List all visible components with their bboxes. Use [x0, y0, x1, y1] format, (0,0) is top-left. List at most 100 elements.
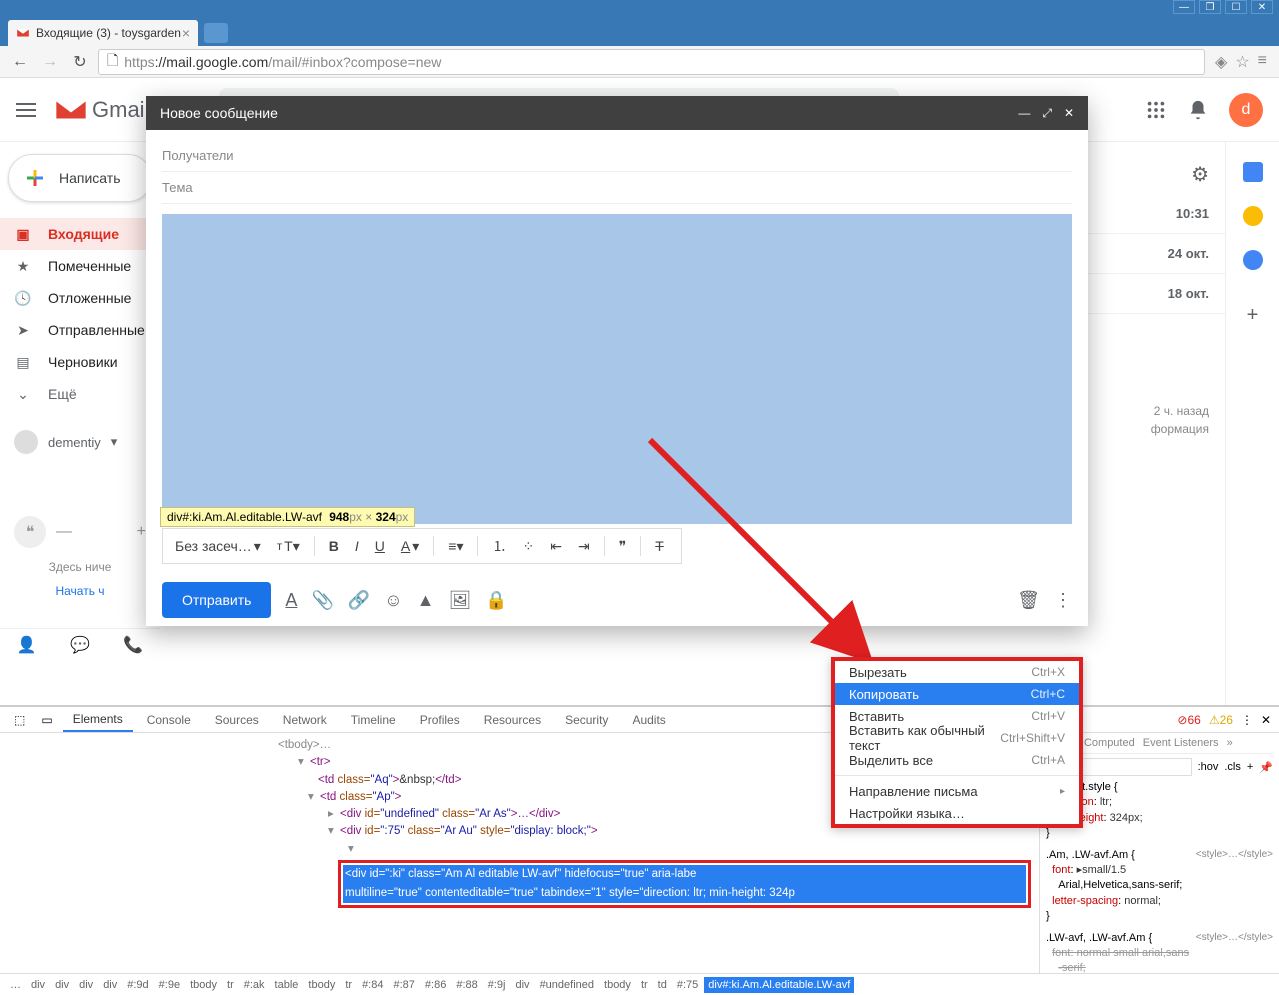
devtools-tab-network[interactable]: Network: [273, 709, 337, 731]
text-color-button[interactable]: A▾: [395, 534, 425, 559]
styles-cls[interactable]: .cls: [1224, 761, 1241, 773]
browser-tab[interactable]: Входящие (3) - toysgarden ×: [8, 20, 198, 46]
devtools-tab-console[interactable]: Console: [137, 709, 201, 731]
styles-add[interactable]: +: [1247, 761, 1253, 773]
account-avatar[interactable]: d: [1229, 93, 1263, 127]
bookmark-icon[interactable]: ☆: [1235, 52, 1249, 72]
font-family-select[interactable]: Без засеч…▾: [169, 534, 267, 559]
mail-time: 24 окт.: [1168, 246, 1209, 261]
menu-icon[interactable]: ≡: [1258, 52, 1267, 72]
devtools-tab-profiles[interactable]: Profiles: [410, 709, 470, 731]
bold-button[interactable]: B: [323, 534, 345, 558]
attach-icon[interactable]: 📎: [311, 590, 333, 611]
compose-popout[interactable]: ⤢: [1042, 106, 1052, 121]
ctx-copy[interactable]: КопироватьCtrl+C: [835, 683, 1079, 705]
devtools-tab-resources[interactable]: Resources: [474, 709, 551, 731]
compose-close[interactable]: ✕: [1064, 106, 1074, 121]
more-options-icon[interactable]: ⋮: [1054, 590, 1072, 611]
inspect-icon[interactable]: ⬚: [8, 713, 31, 727]
nav-reload[interactable]: ↻: [68, 50, 92, 74]
align-button[interactable]: ≡▾: [442, 534, 469, 559]
nav-back[interactable]: ←: [8, 50, 32, 74]
indent-more-button[interactable]: ⇥: [572, 534, 596, 559]
browser-tab-strip: Входящие (3) - toysgarden ×: [0, 16, 1279, 46]
devtools-breadcrumbs[interactable]: … div div div div #:9d #:9e tbody tr #:a…: [0, 973, 1279, 995]
compose-minimize[interactable]: —: [1018, 106, 1030, 121]
devtools-more-icon[interactable]: ⋮: [1241, 713, 1253, 727]
quote-button[interactable]: ❞: [613, 534, 633, 559]
sidebar-item-more[interactable]: ⌄Ещё: [0, 378, 160, 410]
confidential-icon[interactable]: 🔒: [485, 590, 507, 611]
emoji-icon[interactable]: ☺: [384, 590, 402, 611]
apps-icon[interactable]: [1145, 99, 1167, 121]
add-addon-icon[interactable]: +: [1247, 304, 1259, 327]
gmail-logo-text: Gmail: [92, 97, 149, 123]
devtools-tab-timeline[interactable]: Timeline: [341, 709, 406, 731]
bullet-list-button[interactable]: ⁘: [516, 534, 540, 559]
ctx-language[interactable]: Настройки языка…: [835, 802, 1079, 824]
hangouts-user[interactable]: dementiy ▾: [0, 430, 160, 454]
devtools-close-icon[interactable]: ✕: [1261, 713, 1271, 727]
send-button[interactable]: Отправить: [162, 582, 271, 618]
devtools-tab-elements[interactable]: Elements: [63, 708, 133, 732]
photo-icon[interactable]: 🖼: [449, 590, 472, 611]
sidebar-item-sent[interactable]: ➤Отправленные: [0, 314, 160, 346]
hangouts-tab-chat[interactable]: 💬: [53, 629, 106, 661]
clear-format-button[interactable]: T: [649, 534, 670, 558]
devtools-tab-sources[interactable]: Sources: [205, 709, 269, 731]
ctx-paste-plain[interactable]: Вставить как обычный текстCtrl+Shift+V: [835, 727, 1079, 749]
devtools-tab-audits[interactable]: Audits: [622, 709, 675, 731]
window-maximize[interactable]: ☐: [1225, 0, 1247, 14]
underline-button[interactable]: U: [369, 534, 391, 558]
main-menu-icon[interactable]: [16, 100, 36, 120]
recipients-field[interactable]: Получатели: [162, 140, 1072, 172]
devtools-warning-count[interactable]: ⚠26: [1209, 713, 1233, 727]
compose-editor[interactable]: div#:ki.Am.Al.editable.LW-avf 948px × 32…: [162, 214, 1072, 524]
settings-icon[interactable]: ⚙: [1191, 164, 1209, 186]
ordered-list-button[interactable]: ⒈: [486, 532, 512, 560]
window-restore[interactable]: ❐: [1199, 0, 1221, 14]
calendar-icon[interactable]: [1243, 162, 1263, 182]
italic-button[interactable]: I: [349, 534, 365, 558]
extension-icon[interactable]: ◈: [1215, 52, 1227, 72]
sidebar-item-starred[interactable]: ★Помеченные: [0, 250, 160, 282]
notifications-icon[interactable]: [1187, 99, 1209, 121]
styles-hov[interactable]: :hov: [1198, 761, 1219, 773]
ctx-direction[interactable]: Направление письма: [835, 780, 1079, 802]
compose-footer: Отправить A 📎 🔗 ☺ ▲ 🖼 🔒 🗑 ⋮: [146, 574, 1088, 626]
drive-icon[interactable]: ▲: [417, 590, 435, 611]
styles-tab-computed[interactable]: Computed: [1084, 737, 1135, 749]
subject-field[interactable]: Тема: [162, 172, 1072, 204]
url-input[interactable]: 🗋 https://mail.google.com/mail/#inbox?co…: [98, 49, 1205, 75]
devtools-tab-security[interactable]: Security: [555, 709, 618, 731]
sidebar-item-label: Ещё: [48, 386, 77, 402]
device-icon[interactable]: ▭: [35, 713, 58, 727]
styles-tab-listeners[interactable]: Event Listeners: [1143, 737, 1219, 749]
styles-pin[interactable]: 📌: [1259, 761, 1273, 774]
keep-icon[interactable]: [1243, 206, 1263, 226]
sidebar-item-label: Отложенные: [48, 290, 131, 306]
new-tab-button[interactable]: [204, 23, 228, 43]
window-minimize[interactable]: —: [1173, 0, 1195, 14]
sidebar-item-drafts[interactable]: ▤Черновики: [0, 346, 160, 378]
window-close[interactable]: ✕: [1251, 0, 1273, 14]
hangouts-tab-contacts[interactable]: 👤: [0, 629, 53, 661]
gmail-logo[interactable]: Gmail: [56, 97, 149, 123]
hangouts-empty-text1: Здесь ниче: [14, 560, 146, 574]
sidebar-item-inbox[interactable]: ▣Входящие: [0, 218, 160, 250]
compose-header[interactable]: Новое сообщение — ⤢ ✕: [146, 96, 1088, 130]
sidebar-item-snoozed[interactable]: 🕓Отложенные: [0, 282, 160, 314]
discard-icon[interactable]: 🗑: [1017, 590, 1040, 611]
compose-button[interactable]: Написать: [8, 154, 152, 202]
ctx-cut[interactable]: ВырезатьCtrl+X: [835, 661, 1079, 683]
tab-close-icon[interactable]: ×: [182, 25, 190, 41]
formatting-toggle-icon[interactable]: A: [285, 590, 297, 611]
hangouts-tab-phone[interactable]: 📞: [107, 629, 160, 661]
breadcrumb-selected[interactable]: div#:ki.Am.Al.editable.LW-avf: [704, 977, 854, 993]
link-icon[interactable]: 🔗: [348, 590, 370, 611]
indent-less-button[interactable]: ⇤: [544, 534, 568, 559]
devtools-error-count[interactable]: ⊘66: [1177, 713, 1200, 727]
font-size-select[interactable]: тT▾: [271, 534, 306, 559]
tasks-icon[interactable]: [1243, 250, 1263, 270]
hangouts-start-link[interactable]: Начать ч: [14, 584, 146, 598]
